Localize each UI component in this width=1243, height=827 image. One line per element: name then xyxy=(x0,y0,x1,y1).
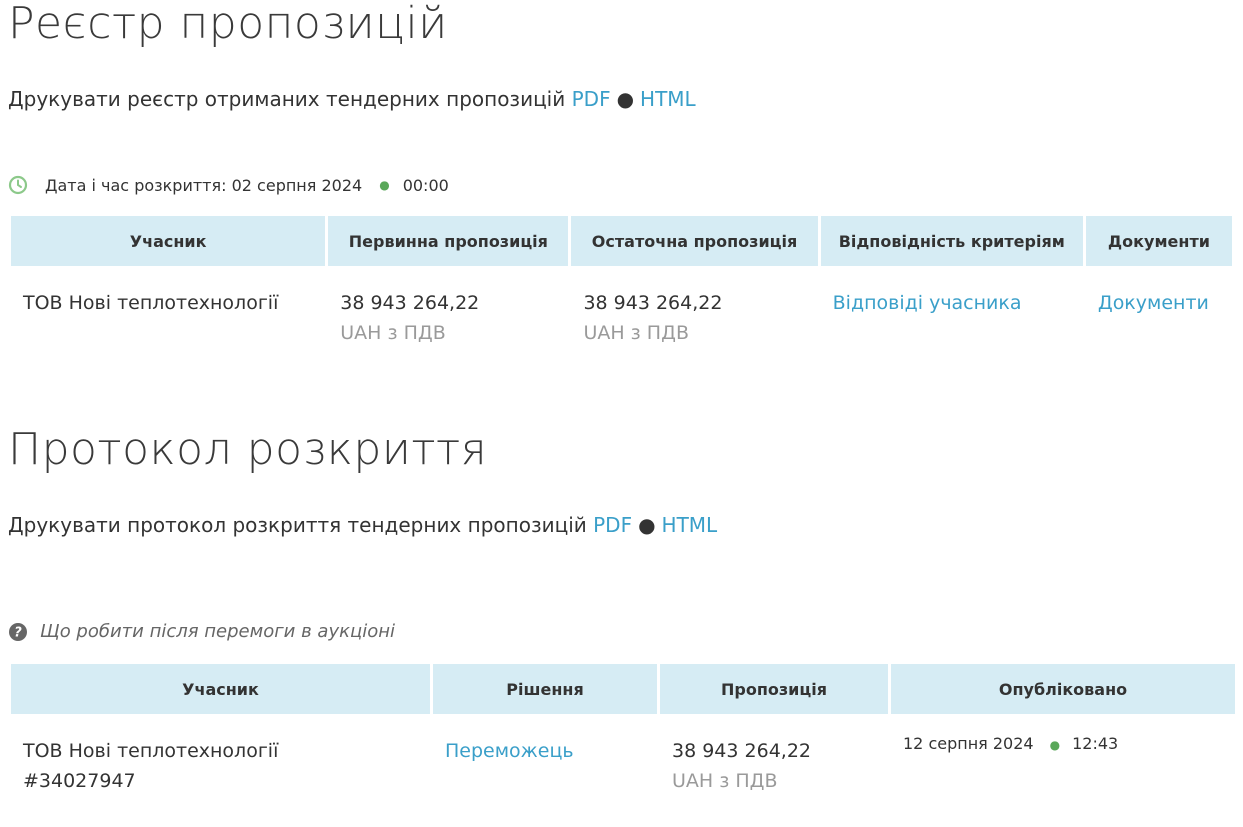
protocol-title: Протокол розкриття xyxy=(8,424,488,475)
final-amount: 38 943 264,22 xyxy=(583,292,723,314)
participant-answers-link[interactable]: Відповіді учасника xyxy=(833,292,1022,314)
protocol-print-line: Друкувати протокол розкриття тендерних п… xyxy=(8,515,717,535)
registry-opening-meta: Дата і час розкриття: 02 серпня 2024 ● 0… xyxy=(8,175,449,195)
initial-amount: 38 943 264,22 xyxy=(340,292,480,314)
documents-link[interactable]: Документи xyxy=(1098,292,1209,314)
col-participant: Учасник xyxy=(11,664,430,714)
final-currency: UAH з ПДВ xyxy=(583,322,689,344)
protocol-header-row: Учасник Рішення Пропозиція Опубліковано xyxy=(11,664,1235,714)
clock-icon xyxy=(8,175,28,195)
registry-title: Реєстр пропозицій xyxy=(8,0,448,49)
registry-table: Учасник Первинна пропозиція Остаточна пр… xyxy=(8,216,1235,348)
protocol-pdf-link[interactable]: PDF xyxy=(593,513,632,537)
criteria-cell: Відповіді учасника xyxy=(821,266,1083,348)
col-final-offer: Остаточна пропозиція xyxy=(571,216,818,266)
registry-print-text: Друкувати реєстр отриманих тендерних про… xyxy=(8,87,566,111)
col-initial-offer: Первинна пропозиція xyxy=(328,216,569,266)
published-time: 12:43 xyxy=(1072,734,1119,753)
protocol-separator: ● xyxy=(638,513,656,537)
protocol-print-text: Друкувати протокол розкриття тендерних п… xyxy=(8,513,587,537)
help-link[interactable]: ? Що робити після перемоги в аукціоні xyxy=(8,621,395,642)
participant-cell: ТОВ Нові теплотехнології xyxy=(11,266,325,348)
opening-time: 00:00 xyxy=(402,175,449,195)
participant-name: ТОВ Нові теплотехнології xyxy=(23,292,279,314)
participant-name: ТОВ Нові теплотехнології xyxy=(23,740,279,762)
offer-currency: UAH з ПДВ xyxy=(672,770,778,792)
col-published: Опубліковано xyxy=(891,664,1235,714)
registry-separator: ● xyxy=(616,87,635,111)
published-cell: 12 серпня 2024 ● 12:43 xyxy=(891,714,1235,796)
published-datetime: 12 серпня 2024 ● 12:43 xyxy=(903,734,1223,755)
final-offer-cell: 38 943 264,22 UAH з ПДВ xyxy=(571,266,817,348)
svg-text:?: ? xyxy=(14,625,22,640)
table-row: ТОВ Нові теплотехнології #34027947 Перем… xyxy=(11,714,1235,796)
question-circle-icon: ? xyxy=(9,622,27,641)
offer-amount: 38 943 264,22 xyxy=(672,740,812,762)
documents-cell: Документи xyxy=(1086,266,1232,348)
opening-date: Дата і час розкриття: 02 серпня 2024 xyxy=(45,175,363,195)
published-date: 12 серпня 2024 xyxy=(903,734,1034,753)
dot-separator: ● xyxy=(379,178,390,192)
protocol-html-link[interactable]: HTML xyxy=(662,513,718,537)
offer-cell: 38 943 264,22 UAH з ПДВ xyxy=(660,714,888,796)
protocol-table: Учасник Рішення Пропозиція Опубліковано … xyxy=(8,664,1238,796)
col-offer: Пропозиція xyxy=(660,664,888,714)
col-decision: Рішення xyxy=(433,664,657,714)
registry-html-link[interactable]: HTML xyxy=(640,87,696,111)
decision-cell: Переможець xyxy=(433,714,657,796)
participant-cell: ТОВ Нові теплотехнології #34027947 xyxy=(11,714,430,796)
winner-link[interactable]: Переможець xyxy=(445,740,574,762)
initial-currency: UAH з ПДВ xyxy=(340,322,446,344)
registry-pdf-link[interactable]: PDF xyxy=(572,87,611,111)
registry-print-line: Друкувати реєстр отриманих тендерних про… xyxy=(8,89,696,109)
participant-code: #34027947 xyxy=(23,770,136,792)
registry-header-row: Учасник Первинна пропозиція Остаточна пр… xyxy=(11,216,1232,266)
col-documents: Документи xyxy=(1085,216,1232,266)
table-row: ТОВ Нові теплотехнології 38 943 264,22 U… xyxy=(11,266,1232,348)
col-participant: Учасник xyxy=(11,216,326,266)
col-criteria: Відповідність критеріям xyxy=(820,216,1083,266)
help-text: Що робити після перемоги в аукціоні xyxy=(40,621,396,642)
dot-separator: ● xyxy=(1049,738,1061,752)
initial-offer-cell: 38 943 264,22 UAH з ПДВ xyxy=(328,266,568,348)
